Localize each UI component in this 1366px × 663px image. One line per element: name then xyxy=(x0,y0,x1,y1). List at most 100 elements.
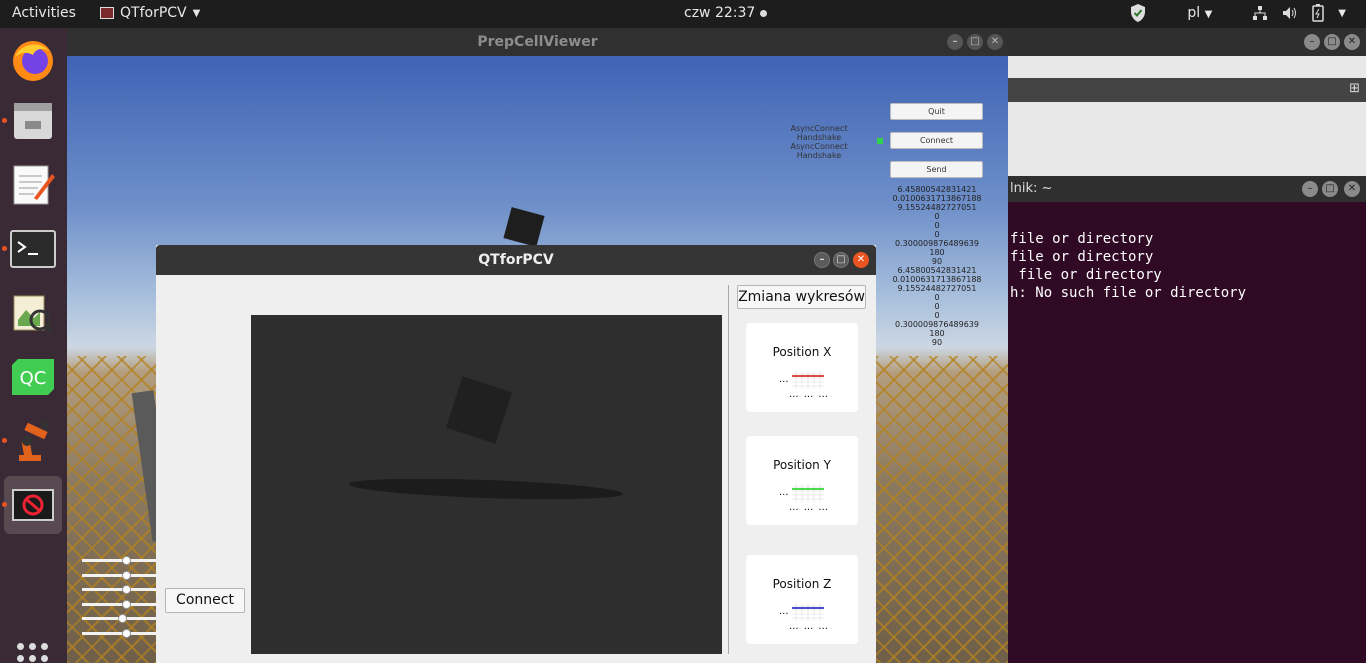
top-bar: Activities QTforPCV ▼ czw 22:37 pl ▼ ▼ xyxy=(0,0,1366,28)
chevron-down-icon: ▼ xyxy=(192,7,201,19)
qtforpcv-window: QTforPCV – □ ✕ Connect Zmiana wykresów P… xyxy=(156,245,876,663)
terminal-body[interactable]: file or directory file or directory file… xyxy=(1008,202,1366,663)
terminal-line: file or directory xyxy=(1010,267,1162,283)
background-window-titlebar: – □ ✕ xyxy=(1008,28,1366,58)
files-icon xyxy=(14,103,52,139)
terminal-line: file or directory xyxy=(1010,231,1154,247)
values-list: 6.45800542831421 0.0100631713867188 9.1552… xyxy=(887,185,987,347)
dock-files[interactable] xyxy=(2,92,62,150)
slider-handle[interactable] xyxy=(122,556,132,565)
slider[interactable] xyxy=(82,553,162,568)
slider[interactable] xyxy=(82,611,162,626)
shield-icon[interactable] xyxy=(1129,3,1147,23)
value-line: 0.300009876489639 xyxy=(895,239,979,248)
3d-preview-view[interactable] xyxy=(251,315,722,654)
slider-group xyxy=(82,553,162,641)
maximize-icon[interactable]: □ xyxy=(1322,181,1338,197)
terminal-titlebar: lnik: ~ – □ ✕ xyxy=(1008,176,1366,202)
dock-qtcreator[interactable]: QC xyxy=(4,348,62,406)
tick-label-placeholder: ... ... ... xyxy=(789,621,828,632)
value-line: 90 xyxy=(931,257,943,266)
mini-chart xyxy=(792,603,824,621)
connect-button[interactable]: Connect xyxy=(890,132,983,149)
value-line: 0 xyxy=(934,212,940,221)
axis-label-placeholder: ... xyxy=(779,374,789,385)
close-icon[interactable]: ✕ xyxy=(987,34,1003,50)
slider[interactable] xyxy=(82,582,162,597)
value-line: 90 xyxy=(931,338,943,347)
minimize-icon[interactable]: – xyxy=(1304,34,1320,50)
minimize-icon[interactable]: – xyxy=(1302,181,1318,197)
slider-handle[interactable] xyxy=(122,599,132,609)
close-icon[interactable]: ✕ xyxy=(1344,34,1360,50)
value-line: 6.45800542831421 xyxy=(897,185,977,194)
log-line: Handshake xyxy=(796,151,842,160)
qtcreator-label: QC xyxy=(20,368,47,389)
log-line: Handshake xyxy=(796,133,842,142)
terminal-icon xyxy=(10,230,56,268)
dock-terminal[interactable] xyxy=(2,220,62,278)
background-window-toolbar: ⊞ xyxy=(1008,78,1366,102)
system-tray: pl ▼ ▼ xyxy=(1129,3,1346,23)
slider-handle[interactable] xyxy=(122,585,132,595)
slider-handle[interactable] xyxy=(122,570,132,580)
quit-button[interactable]: Quit xyxy=(890,103,983,120)
slider-handle[interactable] xyxy=(117,614,127,624)
slider[interactable] xyxy=(82,568,162,583)
value-line: 0 xyxy=(934,221,940,230)
grid-dot xyxy=(17,643,24,650)
terminal-title: lnik: ~ xyxy=(1010,181,1053,196)
dock-robot[interactable] xyxy=(2,412,62,470)
battery-icon[interactable] xyxy=(1312,4,1325,22)
mini-chart xyxy=(792,371,824,389)
firefox-icon xyxy=(13,41,53,81)
terminal-line: file or directory xyxy=(1010,249,1154,265)
close-button[interactable]: ✕ xyxy=(853,252,869,268)
show-apps-icon[interactable] xyxy=(17,643,49,663)
chevron-down-icon[interactable]: ▼ xyxy=(1338,8,1346,19)
position-card[interactable]: Position X...... ... ... xyxy=(746,323,858,412)
slider-handle[interactable] xyxy=(122,628,132,638)
running-indicator xyxy=(2,246,7,251)
maximize-icon[interactable]: □ xyxy=(1324,34,1340,50)
close-icon[interactable]: ✕ xyxy=(1344,181,1360,197)
dock-unity-app[interactable] xyxy=(2,476,62,534)
activities-button[interactable]: Activities xyxy=(12,5,76,21)
tick-label-placeholder: ... ... ... xyxy=(789,389,828,400)
send-button[interactable]: Send xyxy=(890,161,983,178)
position-card-title: Position Y xyxy=(773,458,831,472)
app-window-icon xyxy=(100,7,114,19)
switch-charts-button[interactable]: Zmiana wykresów xyxy=(737,285,866,309)
clock-label: czw 22:37 xyxy=(684,5,756,21)
clock[interactable]: czw 22:37 xyxy=(684,5,768,21)
new-tab-icon[interactable]: ⊞ xyxy=(1349,81,1360,96)
dock-image-viewer[interactable] xyxy=(4,284,62,342)
log-line: AsyncConnect xyxy=(790,142,848,151)
close-icon: ✕ xyxy=(856,254,866,265)
position-card[interactable]: Position Z...... ... ... xyxy=(746,555,858,644)
position-card[interactable]: Position Y...... ... ... xyxy=(746,436,858,525)
position-card-title: Position X xyxy=(772,345,832,359)
dock-text-editor[interactable] xyxy=(4,156,62,214)
volume-icon[interactable] xyxy=(1282,5,1298,21)
app-menu[interactable]: QTforPCV ▼ xyxy=(100,5,200,21)
grid-dot xyxy=(17,655,24,662)
connect-button[interactable]: Connect xyxy=(165,588,245,613)
minimize-icon[interactable]: – xyxy=(947,34,963,50)
divider xyxy=(728,285,729,654)
value-line: 0 xyxy=(934,311,940,320)
language-indicator[interactable]: pl ▼ xyxy=(1187,5,1212,21)
value-line: 0 xyxy=(934,230,940,239)
maximize-icon[interactable]: □ xyxy=(967,34,983,50)
mini-chart xyxy=(792,484,824,502)
value-line: 180 xyxy=(929,248,945,257)
network-icon[interactable] xyxy=(1252,5,1268,21)
maximize-button[interactable]: □ xyxy=(833,252,849,268)
minimize-button[interactable]: – xyxy=(814,252,830,268)
dock: QC xyxy=(0,28,67,663)
slider[interactable] xyxy=(82,597,162,612)
value-line: 0.0100631713867188 xyxy=(892,275,982,284)
slider[interactable] xyxy=(82,626,162,641)
grid-dot xyxy=(41,655,48,662)
dock-firefox[interactable] xyxy=(4,32,62,90)
